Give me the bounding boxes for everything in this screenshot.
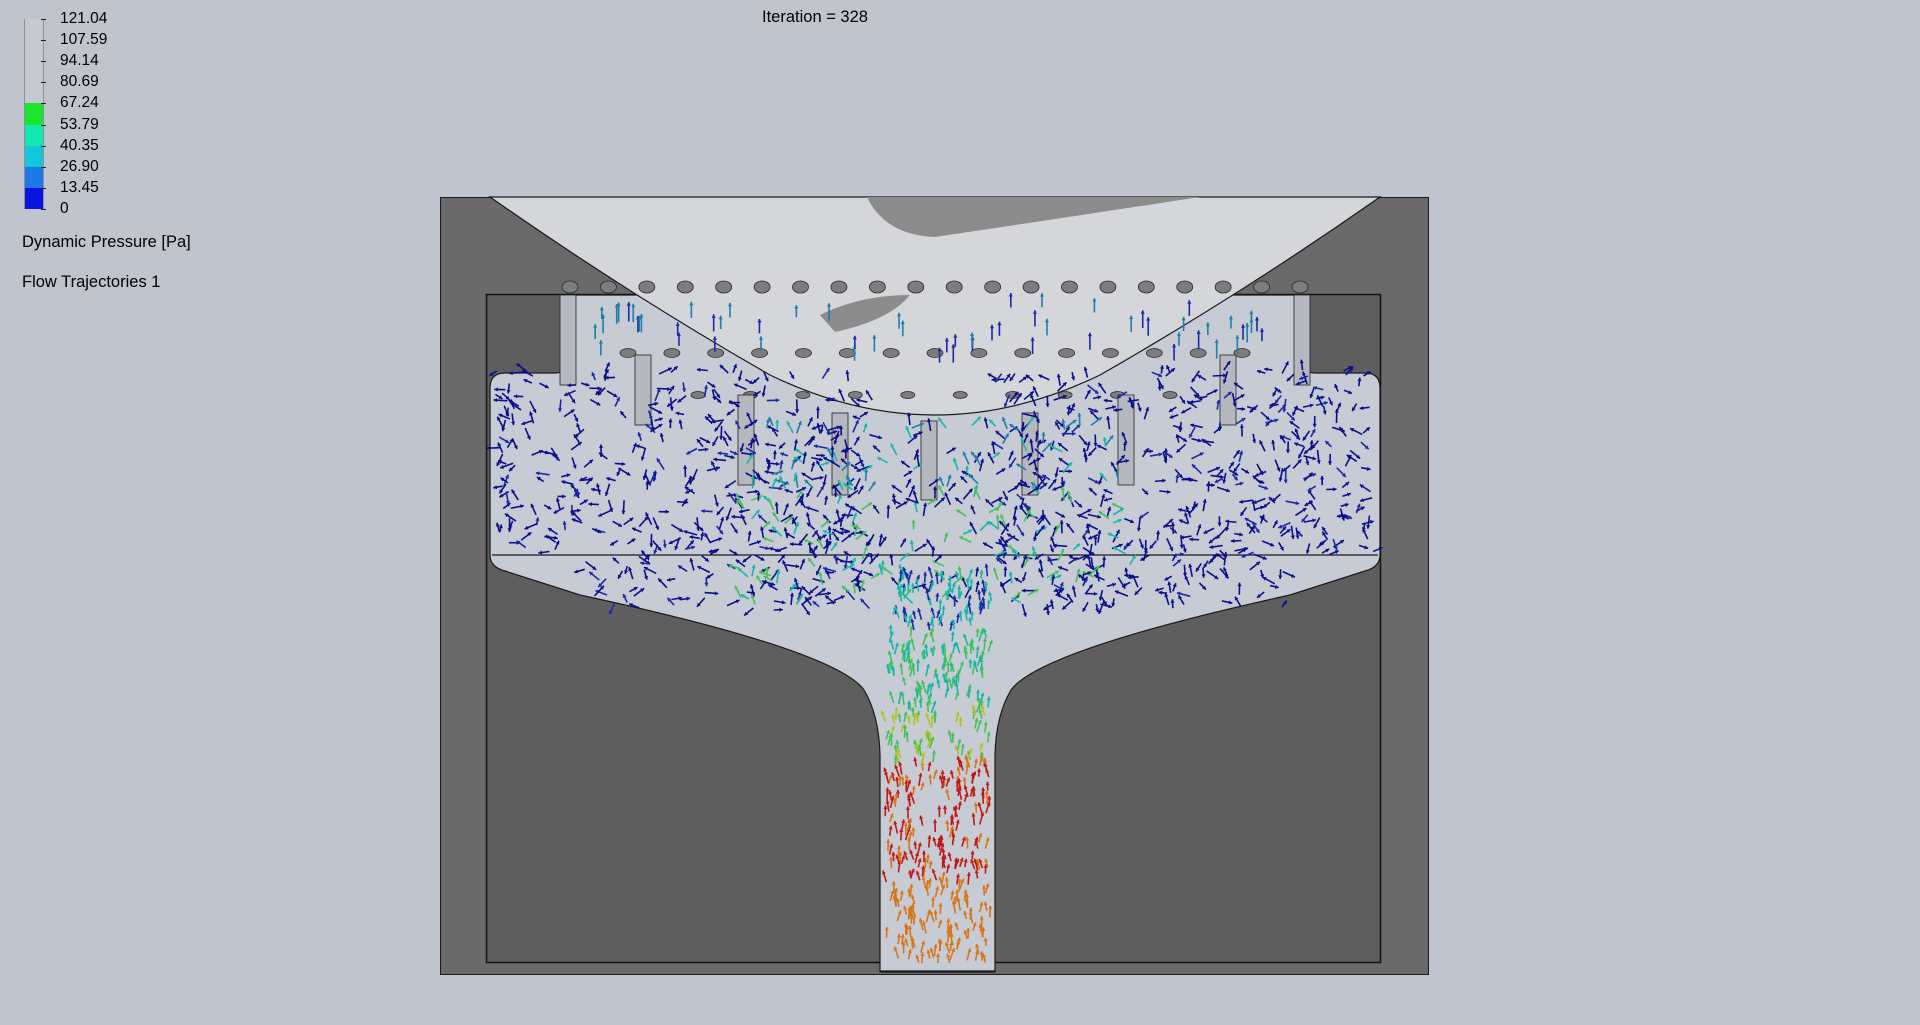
dome-hole xyxy=(1189,348,1207,358)
colorbar-tick xyxy=(41,145,46,147)
colorbar-tick xyxy=(41,19,46,20)
dome-hole xyxy=(847,391,863,399)
colorbar-tick xyxy=(41,166,46,168)
dynamic-pressure-colorbar xyxy=(24,19,44,209)
dome-hole xyxy=(1233,348,1251,358)
dome-hole xyxy=(1014,348,1032,358)
dome-rib xyxy=(634,354,652,426)
colorbar-tick xyxy=(41,40,46,42)
colorbar-tick xyxy=(41,82,46,84)
colorbar-tick xyxy=(41,124,46,126)
dome-hole xyxy=(882,348,900,358)
dome-hole xyxy=(795,391,811,399)
colorbar-segment xyxy=(25,103,43,125)
iteration-counter: Iteration = 328 xyxy=(762,8,868,26)
colorbar-tick-label: 80.69 xyxy=(60,73,99,91)
dome-rib xyxy=(1293,294,1311,386)
dome-hole xyxy=(1061,280,1078,294)
colorbar-tick xyxy=(41,61,46,63)
dome-hole xyxy=(1145,348,1163,358)
trajectory-label: Flow Trajectories 1 xyxy=(22,273,161,291)
dome-hole xyxy=(907,280,925,294)
dome-hole xyxy=(619,348,637,358)
dome-hole xyxy=(753,280,771,294)
colorbar-tick-label: 13.45 xyxy=(60,178,99,196)
legend-panel: 121.04 107.59 94.14 80.69 67.24 53.79 40… xyxy=(0,0,260,300)
colorbar-tick-label: 53.79 xyxy=(60,115,99,133)
dome-hole xyxy=(676,280,694,294)
dome-hole xyxy=(707,348,725,358)
dome-hole xyxy=(600,280,617,294)
dome-hole xyxy=(1214,280,1232,294)
dome-hole xyxy=(638,280,656,294)
dome-hole xyxy=(715,280,733,294)
dome-hole xyxy=(1102,348,1119,358)
colorbar-segment xyxy=(25,145,43,167)
colorbar-segment xyxy=(25,187,43,209)
flow-simulation-viewport[interactable] xyxy=(440,195,1430,977)
colorbar-segment xyxy=(25,166,43,188)
dome-hole xyxy=(1162,391,1178,399)
dome-hole xyxy=(830,280,848,294)
dome-hole xyxy=(751,348,768,358)
dome-hole xyxy=(952,391,968,399)
dome-hole xyxy=(1291,280,1309,294)
dome-hole xyxy=(795,348,812,358)
dome-hole xyxy=(663,348,681,358)
dome-hole xyxy=(561,280,579,294)
colorbar-segment xyxy=(25,124,43,146)
colorbar-tick-label: 94.14 xyxy=(60,52,99,70)
dome-hole xyxy=(945,280,963,294)
colorbar-tick xyxy=(41,209,46,210)
dome-hole xyxy=(792,280,809,294)
colorbar-tick-label: 107.59 xyxy=(60,31,108,49)
dome-hole xyxy=(1058,348,1075,358)
dome-hole xyxy=(984,280,1002,294)
dome-rib xyxy=(559,294,577,386)
dome-hole xyxy=(1253,280,1270,294)
dome-hole xyxy=(1137,280,1155,294)
dome-hole xyxy=(838,348,856,358)
dome-hole xyxy=(1176,280,1194,294)
colorbar-tick-label: 67.24 xyxy=(60,94,99,112)
colorbar-tick-label: 40.35 xyxy=(60,136,99,154)
dome-hole xyxy=(1022,280,1040,294)
dome-hole xyxy=(1099,280,1117,294)
colorbar-tick-label: 121.04 xyxy=(60,10,108,27)
colorbar-tick-label: 0 xyxy=(60,200,69,217)
dome-hole xyxy=(900,391,916,399)
colorbar-tick-label: 26.90 xyxy=(60,157,99,175)
colorbar-tick xyxy=(41,103,46,105)
colorbar-tick xyxy=(41,187,46,189)
dome-hole xyxy=(690,391,706,399)
dome-hole xyxy=(868,280,886,294)
quantity-label: Dynamic Pressure [Pa] xyxy=(22,233,191,251)
